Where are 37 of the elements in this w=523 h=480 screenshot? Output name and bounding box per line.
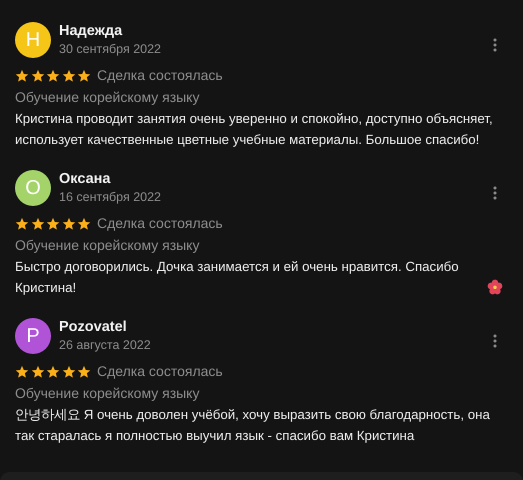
star-icon — [62, 216, 76, 230]
deal-status: Сделка состоялась — [97, 362, 223, 381]
star-icon — [46, 364, 60, 378]
star-icon — [15, 216, 29, 230]
star-icon — [15, 68, 29, 82]
reviewer-name: Оксана — [59, 170, 112, 188]
flower-icon — [487, 279, 503, 295]
star-icon — [77, 68, 91, 82]
avatar: О — [15, 170, 51, 206]
review-text: Кристина проводит занятия очень уверенно и спокойно, доступно объясняет, использует качественные цветные учебные материалы. Большое спасибо! — [15, 110, 494, 149]
review-text: Быстро договорились. Дочка занимается и ей очень нравится. Спасибо Кристина! — [15, 258, 460, 297]
service-name: Обучение корейскому языку — [15, 384, 200, 403]
star-icon — [30, 364, 44, 378]
more-icon[interactable] — [493, 38, 497, 52]
review-date: 26 августа 2022 — [59, 337, 151, 354]
star-icon — [46, 68, 60, 82]
reviewer-name: Надежда — [59, 22, 124, 40]
more-icon[interactable] — [493, 334, 497, 348]
star-icon — [77, 216, 91, 230]
reviewer-name: Pozovatel — [59, 318, 128, 336]
star-icon — [46, 216, 60, 230]
deal-status: Сделка состоялась — [97, 66, 223, 85]
star-icon — [15, 364, 29, 378]
deal-status: Сделка состоялась — [97, 214, 223, 233]
star-icon — [30, 216, 44, 230]
review-text: 안녕하세요 Я очень доволен учёбой, хочу выразить свою благодарность, она так старалась я полностью выучил язык - спасибо вам Кристина — [15, 406, 491, 445]
service-name: Обучение корейскому языку — [15, 88, 200, 107]
star-icon — [30, 68, 44, 82]
review-date: 16 сентября 2022 — [59, 189, 161, 206]
avatar: P — [15, 318, 51, 354]
avatar: Н — [15, 22, 51, 58]
star-icon — [62, 68, 76, 82]
star-icon — [62, 364, 76, 378]
more-icon[interactable] — [493, 186, 497, 200]
review-date: 30 сентября 2022 — [59, 41, 161, 58]
star-icon — [77, 364, 91, 378]
service-name: Обучение корейскому языку — [15, 236, 200, 255]
